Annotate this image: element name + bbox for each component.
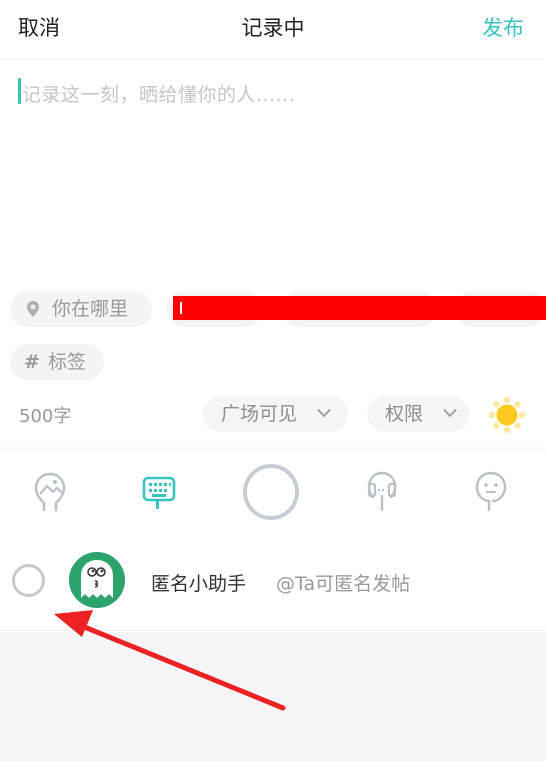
visibility-label: 广场可见 [221,403,298,425]
text-cursor [18,78,21,104]
redaction-mark [180,302,182,314]
visibility-dropdown[interactable]: 广场可见 [203,396,348,432]
location-pin-icon [27,301,39,317]
section-divider [0,447,546,456]
ghost-avatar [69,552,125,608]
anonymous-radio[interactable] [12,564,45,597]
emoji-icon[interactable] [473,470,509,512]
post-placeholder: 记录这一刻，晒给懂你的人...... [22,84,296,106]
assistant-name: 匿名小助手 [151,573,247,595]
keyboard-icon[interactable] [141,470,177,512]
chevron-down-icon [317,409,331,417]
bottom-panel [0,632,546,761]
ghost-icon [81,560,113,598]
page-title: 记录中 [241,16,305,40]
sun-icon[interactable] [488,396,526,434]
voice-icon[interactable] [364,470,400,512]
post-text-input[interactable]: 记录这一刻，晒给懂你的人...... [18,76,528,266]
top-bar: 取消 记录中 发布 [0,0,546,56]
tag-label: 标签 [48,351,87,373]
chevron-down-icon [443,409,457,417]
hash-icon: # [24,351,40,373]
publish-button[interactable]: 发布 [482,12,524,42]
image-icon[interactable] [32,470,68,512]
media-toolbar [0,456,546,528]
record-button[interactable] [243,464,299,520]
redaction-bar [173,296,546,320]
word-count: 500字 [19,406,72,427]
location-button[interactable]: 你在哪里 [10,291,152,327]
location-label: 你在哪里 [52,298,129,320]
permission-dropdown[interactable]: 权限 [367,396,469,432]
assistant-description: @Ta可匿名发帖 [276,573,411,595]
permission-label: 权限 [385,403,424,425]
tag-button[interactable]: # 标签 [10,344,104,380]
header-divider [0,59,546,60]
anonymous-assistant-row[interactable]: 匿名小助手 @Ta可匿名发帖 [0,531,546,631]
